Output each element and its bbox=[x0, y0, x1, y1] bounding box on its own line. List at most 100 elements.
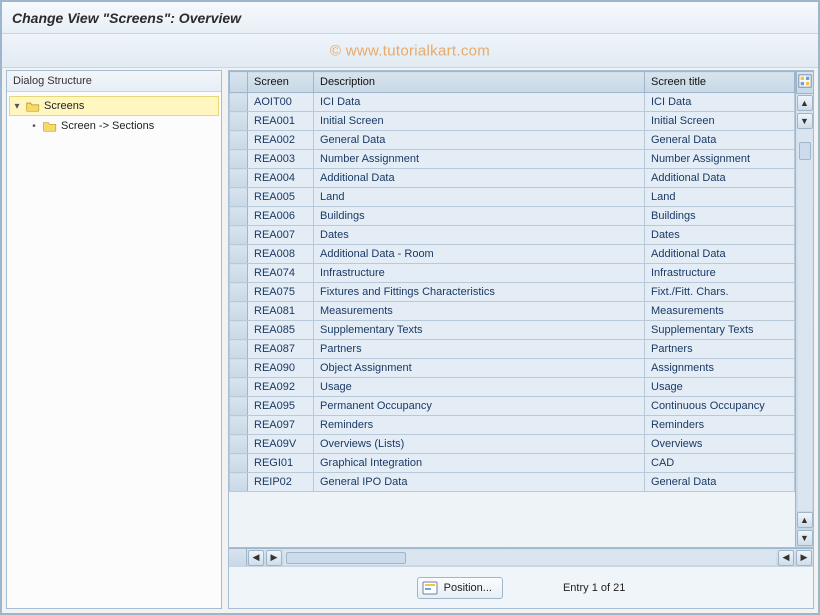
table-row[interactable]: REA001Initial ScreenInitial Screen bbox=[230, 112, 795, 131]
table-row[interactable]: REA005LandLand bbox=[230, 188, 795, 207]
collapse-icon[interactable]: ▾ bbox=[12, 101, 22, 112]
cell-screen-title[interactable]: General Data bbox=[645, 473, 795, 492]
cell-screen-title[interactable]: Usage bbox=[645, 378, 795, 397]
cell-description[interactable]: Object Assignment bbox=[314, 359, 645, 378]
cell-description[interactable]: Additional Data bbox=[314, 169, 645, 188]
cell-screen-title[interactable]: General Data bbox=[645, 131, 795, 150]
cell-screen-title[interactable]: Number Assignment bbox=[645, 150, 795, 169]
row-selector[interactable] bbox=[230, 150, 248, 169]
cell-screen[interactable]: REA09V bbox=[248, 435, 314, 454]
table-config-button[interactable] bbox=[796, 71, 814, 94]
table-row[interactable]: REA004Additional DataAdditional Data bbox=[230, 169, 795, 188]
cell-screen-title[interactable]: Reminders bbox=[645, 416, 795, 435]
tree-node-screens[interactable]: ▾ Screens bbox=[9, 96, 219, 116]
cell-screen[interactable]: REA074 bbox=[248, 264, 314, 283]
hscroll-thumb[interactable] bbox=[286, 552, 406, 564]
cell-screen[interactable]: REA090 bbox=[248, 359, 314, 378]
select-all-header[interactable] bbox=[230, 72, 248, 93]
table-row[interactable]: REA081MeasurementsMeasurements bbox=[230, 302, 795, 321]
row-selector[interactable] bbox=[230, 207, 248, 226]
scroll-left-step-button[interactable]: ◀ bbox=[778, 550, 794, 566]
row-selector[interactable] bbox=[230, 321, 248, 340]
row-selector[interactable] bbox=[230, 397, 248, 416]
cell-screen[interactable]: REA003 bbox=[248, 150, 314, 169]
cell-description[interactable]: Buildings bbox=[314, 207, 645, 226]
cell-screen-title[interactable]: Continuous Occupancy bbox=[645, 397, 795, 416]
table-row[interactable]: REA09VOverviews (Lists)Overviews bbox=[230, 435, 795, 454]
horizontal-scrollbar[interactable]: ◀ ▶ ◀ ▶ bbox=[229, 548, 813, 566]
table-row[interactable]: REA006BuildingsBuildings bbox=[230, 207, 795, 226]
cell-screen-title[interactable]: Infrastructure bbox=[645, 264, 795, 283]
cell-screen-title[interactable]: Initial Screen bbox=[645, 112, 795, 131]
cell-description[interactable]: Usage bbox=[314, 378, 645, 397]
cell-description[interactable]: Measurements bbox=[314, 302, 645, 321]
table-row[interactable]: REGI01Graphical IntegrationCAD bbox=[230, 454, 795, 473]
row-selector[interactable] bbox=[230, 378, 248, 397]
vscroll-thumb[interactable] bbox=[799, 142, 811, 160]
table-row[interactable]: REIP02General IPO DataGeneral Data bbox=[230, 473, 795, 492]
col-description[interactable]: Description bbox=[314, 72, 645, 93]
cell-description[interactable]: Dates bbox=[314, 226, 645, 245]
row-selector[interactable] bbox=[230, 188, 248, 207]
table-row[interactable]: REA092UsageUsage bbox=[230, 378, 795, 397]
table-row[interactable]: REA097RemindersReminders bbox=[230, 416, 795, 435]
cell-screen[interactable]: REA087 bbox=[248, 340, 314, 359]
scroll-right-button[interactable]: ▶ bbox=[796, 550, 812, 566]
cell-description[interactable]: Reminders bbox=[314, 416, 645, 435]
cell-screen-title[interactable]: CAD bbox=[645, 454, 795, 473]
cell-screen-title[interactable]: Assignments bbox=[645, 359, 795, 378]
cell-description[interactable]: Land bbox=[314, 188, 645, 207]
table-row[interactable]: REA090Object AssignmentAssignments bbox=[230, 359, 795, 378]
cell-description[interactable]: General Data bbox=[314, 131, 645, 150]
cell-description[interactable]: Additional Data - Room bbox=[314, 245, 645, 264]
cell-description[interactable]: Partners bbox=[314, 340, 645, 359]
col-screen-title[interactable]: Screen title bbox=[645, 72, 795, 93]
cell-description[interactable]: Overviews (Lists) bbox=[314, 435, 645, 454]
cell-description[interactable]: Infrastructure bbox=[314, 264, 645, 283]
cell-screen[interactable]: REA001 bbox=[248, 112, 314, 131]
table-row[interactable]: REA074InfrastructureInfrastructure bbox=[230, 264, 795, 283]
scroll-up-step-button[interactable]: ▲ bbox=[797, 512, 813, 528]
row-selector[interactable] bbox=[230, 454, 248, 473]
cell-screen[interactable]: REA002 bbox=[248, 131, 314, 150]
table-row[interactable]: AOIT00ICI DataICI Data bbox=[230, 93, 795, 112]
row-selector[interactable] bbox=[230, 416, 248, 435]
cell-screen-title[interactable]: Land bbox=[645, 188, 795, 207]
row-selector[interactable] bbox=[230, 359, 248, 378]
cell-description[interactable]: Initial Screen bbox=[314, 112, 645, 131]
cell-screen[interactable]: REIP02 bbox=[248, 473, 314, 492]
row-selector[interactable] bbox=[230, 131, 248, 150]
row-selector[interactable] bbox=[230, 435, 248, 454]
cell-screen[interactable]: REA092 bbox=[248, 378, 314, 397]
row-selector[interactable] bbox=[230, 169, 248, 188]
cell-screen[interactable]: REA006 bbox=[248, 207, 314, 226]
table-row[interactable]: REA085Supplementary TextsSupplementary T… bbox=[230, 321, 795, 340]
scroll-right-step-button[interactable]: ▶ bbox=[266, 550, 282, 566]
scroll-up-button[interactable]: ▲ bbox=[797, 95, 813, 111]
cell-description[interactable]: General IPO Data bbox=[314, 473, 645, 492]
table-row[interactable]: REA007DatesDates bbox=[230, 226, 795, 245]
table-row[interactable]: REA087PartnersPartners bbox=[230, 340, 795, 359]
scroll-down-step-button[interactable]: ▼ bbox=[797, 113, 813, 129]
row-selector[interactable] bbox=[230, 245, 248, 264]
cell-screen-title[interactable]: Overviews bbox=[645, 435, 795, 454]
hscroll-track[interactable] bbox=[284, 551, 776, 565]
row-selector[interactable] bbox=[230, 93, 248, 112]
tree-node-screen-sections[interactable]: • Screen -> Sections bbox=[27, 116, 219, 136]
row-selector[interactable] bbox=[230, 264, 248, 283]
cell-screen[interactable]: REA097 bbox=[248, 416, 314, 435]
cell-screen[interactable]: REA008 bbox=[248, 245, 314, 264]
row-selector[interactable] bbox=[230, 340, 248, 359]
row-selector[interactable] bbox=[230, 226, 248, 245]
cell-screen-title[interactable]: Fixt./Fitt. Chars. bbox=[645, 283, 795, 302]
cell-description[interactable]: Number Assignment bbox=[314, 150, 645, 169]
table-row[interactable]: REA002General DataGeneral Data bbox=[230, 131, 795, 150]
cell-screen[interactable]: REA095 bbox=[248, 397, 314, 416]
cell-screen-title[interactable]: Additional Data bbox=[645, 169, 795, 188]
cell-screen[interactable]: REA075 bbox=[248, 283, 314, 302]
vertical-scrollbar[interactable]: ▲ ▼ ▲ ▼ bbox=[795, 71, 813, 547]
cell-screen-title[interactable]: ICI Data bbox=[645, 93, 795, 112]
cell-description[interactable]: Fixtures and Fittings Characteristics bbox=[314, 283, 645, 302]
cell-screen[interactable]: REA085 bbox=[248, 321, 314, 340]
cell-screen[interactable]: REGI01 bbox=[248, 454, 314, 473]
